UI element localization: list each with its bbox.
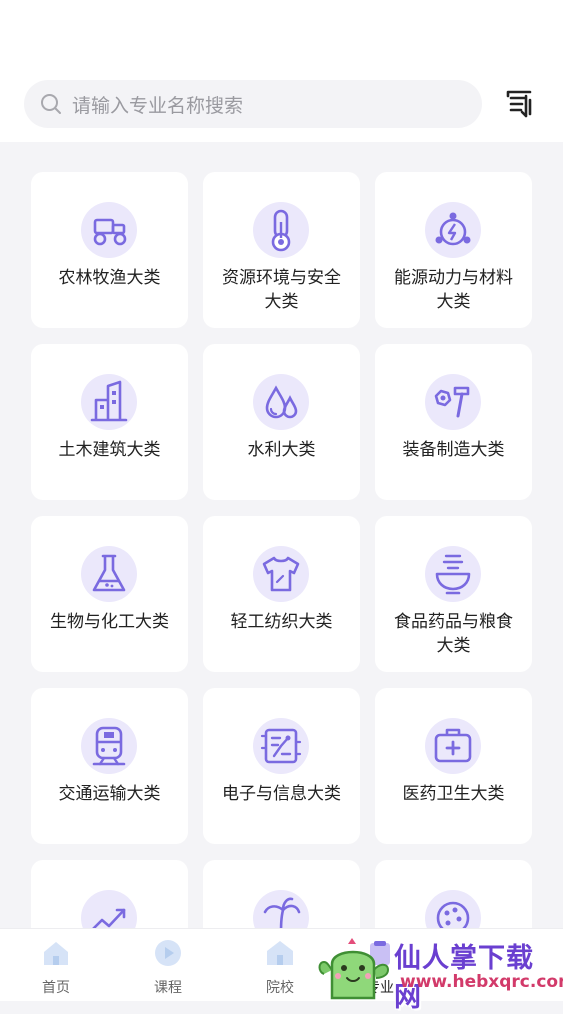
tractor-icon [81,202,137,258]
category-label: 生物与化工大类 [50,612,169,632]
school-icon [267,941,293,965]
watermark-url: www.hebxqrc.com [400,972,563,992]
food-bowl-icon [425,546,481,602]
palm-tree-icon [253,890,309,928]
category-card[interactable]: 装备制造大类 [375,344,532,500]
search-bar[interactable]: 请输入专业名称搜索 [24,80,482,128]
site-watermark: 仙人掌下载网 www.hebxqrc.com [316,934,563,1013]
trend-chart-icon [81,890,137,928]
category-label: 农林牧渔大类 [58,268,161,288]
category-card[interactable]: 交通运输大类 [31,688,188,844]
category-label: 轻工纺织大类 [230,612,333,632]
category-card[interactable] [31,860,188,928]
search-placeholder: 请输入专业名称搜索 [72,94,244,117]
tools-icon [425,374,481,430]
category-label: 食品药品与粮食大类 [394,612,513,656]
category-label: 土木建筑大类 [58,440,161,460]
category-card[interactable]: 资源环境与安全大类 [203,172,360,328]
home-icon [44,942,68,965]
tab-label: 课程 [154,980,182,996]
category-label: 水利大类 [247,440,316,460]
medical-kit-icon [425,718,481,774]
category-label: 医药卫生大类 [402,784,505,804]
category-card[interactable]: 轻工纺织大类 [203,516,360,672]
category-label: 电子与信息大类 [222,784,341,804]
category-card[interactable]: 土木建筑大类 [31,344,188,500]
flask-icon [81,546,137,602]
tab-label: 院校 [266,980,294,996]
category-label: 资源环境与安全大类 [222,268,341,312]
tab-schools[interactable]: 院校 [250,937,310,997]
water-drops-icon [253,374,309,430]
top-header: 请输入专业名称搜索 [0,0,563,142]
tab-label: 首页 [42,980,70,996]
category-card[interactable]: 电子与信息大类 [203,688,360,844]
energy-molecule-icon [425,202,481,258]
play-icon [155,940,181,966]
category-card[interactable]: 医药卫生大类 [375,688,532,844]
tab-courses[interactable]: 课程 [138,937,198,997]
category-card[interactable]: 农林牧渔大类 [31,172,188,328]
palette-icon [425,890,481,928]
search-icon [41,94,61,114]
category-label: 装备制造大类 [402,440,505,460]
category-card[interactable]: 能源动力与材料大类 [375,172,532,328]
buildings-icon [81,374,137,430]
circuit-board-icon [253,718,309,774]
shirt-icon [253,546,309,602]
category-card[interactable] [203,860,360,928]
tab-home[interactable]: 首页 [26,937,86,997]
category-card[interactable]: 水利大类 [203,344,360,500]
category-card[interactable] [375,860,532,928]
train-icon [81,718,137,774]
category-list-icon[interactable] [504,86,538,120]
category-label: 交通运输大类 [58,784,161,804]
category-card[interactable]: 食品药品与粮食大类 [375,516,532,672]
category-grid: 农林牧渔大类 资源环境与安全大类 能源动力与材料大类 土木建筑大类 水利大类 装… [31,172,532,928]
category-card[interactable]: 生物与化工大类 [31,516,188,672]
thermometer-icon [253,202,309,258]
category-label: 能源动力与材料大类 [394,268,513,312]
cactus-logo-icon [318,938,390,1000]
